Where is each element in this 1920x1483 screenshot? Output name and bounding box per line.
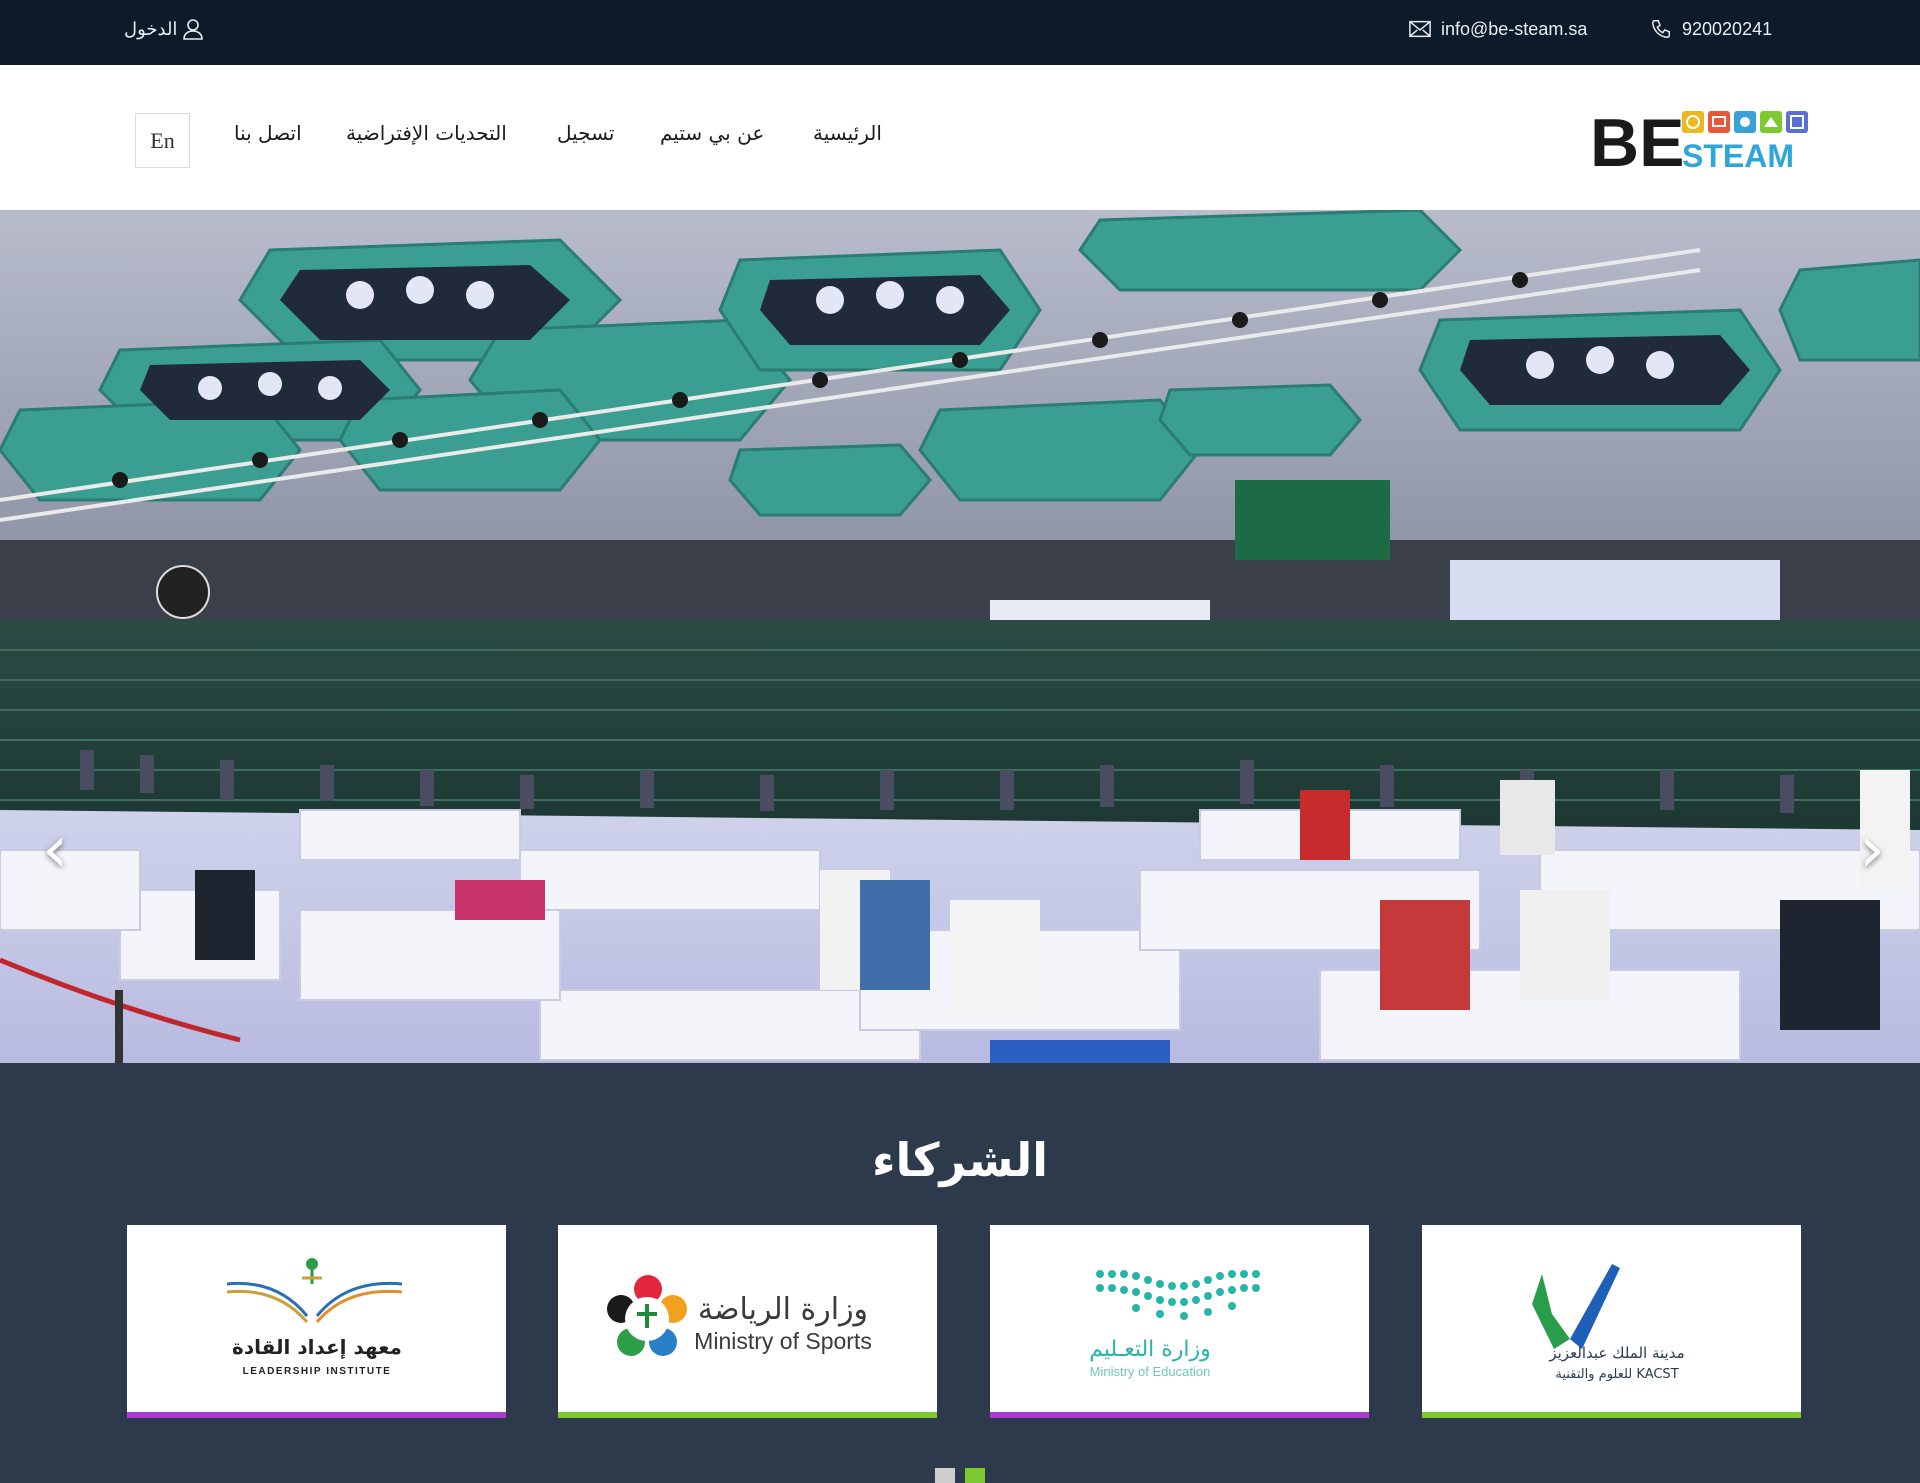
phone-icon (1652, 20, 1670, 38)
nav-contact[interactable]: اتصل بنا (234, 121, 302, 145)
phone-number: 920020241 (1682, 18, 1773, 39)
logo-icons (1682, 111, 1808, 133)
partner-card-leadership-institute[interactable]: معهد إعداد القادة LEADERSHIP INSTITUTE (127, 1225, 506, 1418)
slider-next-button[interactable]: › (1842, 810, 1902, 890)
sports-name-ar: وزارة الرياضة (697, 1292, 867, 1327)
nav-virtual-challenges[interactable]: التحديات الإفتراضية (346, 121, 507, 145)
carousel-dot-active[interactable] (965, 1468, 985, 1483)
partners-title: الشركاء (871, 1133, 1048, 1187)
kacst-logo-icon (1531, 1263, 1620, 1349)
hero-slider: ‹ › (0, 210, 1920, 1063)
nav-about[interactable]: عن بي ستيم (660, 121, 764, 145)
email-contact[interactable]: info@be-steam.sa (1409, 0, 1587, 58)
logo-be-text: BE (1590, 109, 1684, 169)
card-accent-bar (990, 1412, 1369, 1418)
card-accent-bar (558, 1412, 937, 1418)
sports-ministry-flower-icon (606, 1274, 687, 1356)
kacst-name-ar: مدينة الملك عبدالعزيز (1548, 1344, 1684, 1362)
carousel-pagination (935, 1468, 985, 1483)
main-navigation: BE STEAM الرئيسية عن بي ستيم تسجيل التحد… (0, 65, 1920, 210)
partner-card-ministry-education[interactable]: وزارة التعـليم Ministry of Education (990, 1225, 1369, 1418)
logo-steam-text: STEAM (1682, 138, 1794, 169)
moe-name-en: Ministry of Education (1089, 1364, 1210, 1379)
carousel-dot[interactable] (935, 1468, 955, 1483)
envelope-icon (1409, 20, 1431, 38)
partner-card-kacst[interactable]: مدينة الملك عبدالعزيز للعلوم والتقنية KA… (1422, 1225, 1801, 1418)
card-accent-bar (127, 1412, 506, 1418)
card-accent-bar (1422, 1412, 1801, 1418)
user-icon (183, 19, 204, 40)
email-address: info@be-steam.sa (1441, 18, 1588, 39)
be-steam-logo[interactable]: BE STEAM (1590, 105, 1815, 181)
nav-home[interactable]: الرئيسية (813, 121, 882, 145)
moe-name-ar: وزارة التعـليم (1089, 1337, 1211, 1362)
top-bar: 920020241 info@be-steam.sa الدخول (0, 0, 1920, 65)
partner-card-ministry-sports[interactable]: وزارة الرياضة Ministry of Sports (558, 1225, 937, 1418)
sports-name-en: Ministry of Sports (694, 1328, 872, 1354)
slider-prev-button[interactable]: ‹ (25, 810, 85, 890)
hero-photo-arena (0, 210, 1920, 1063)
login-link[interactable]: الدخول (124, 0, 204, 58)
kacst-name-ar2: للعلوم والتقنية KACST (1555, 1367, 1678, 1382)
leadership-logo-icon (226, 1257, 402, 1323)
moe-logo-icon (1095, 1269, 1260, 1320)
partners-section: الشركاء مدينة الملك عبدالعزيز للعلوم وال… (0, 1063, 1920, 1483)
nav-register[interactable]: تسجيل (557, 121, 615, 145)
language-switch-button[interactable]: En (135, 113, 190, 168)
leadership-name-ar: معهد إعداد القادة (232, 1335, 402, 1359)
leadership-name-en: LEADERSHIP INSTITUTE (242, 1366, 391, 1377)
phone-contact[interactable]: 920020241 (1650, 0, 1772, 58)
login-label: الدخول (124, 18, 178, 39)
